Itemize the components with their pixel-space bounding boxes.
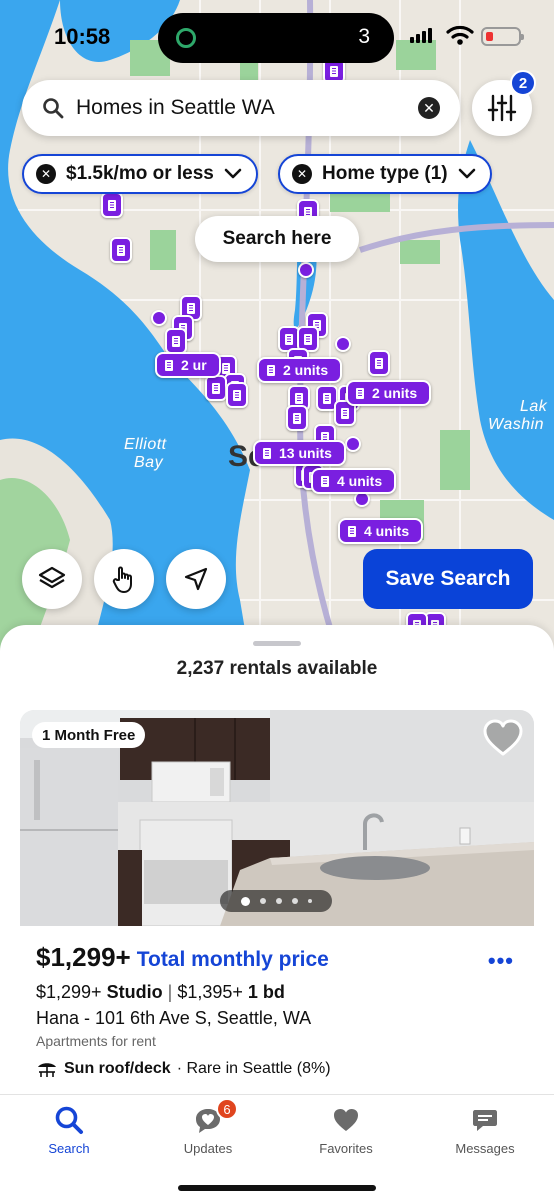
- listing-dot[interactable]: [151, 310, 167, 326]
- map-layers-button[interactable]: [22, 549, 82, 609]
- listing-cluster[interactable]: 4 units: [311, 468, 397, 494]
- listing-pin[interactable]: [110, 237, 132, 263]
- listing-address: Hana - 101 6th Ave S, Seattle, WA: [36, 1008, 312, 1028]
- listing-pin[interactable]: [205, 375, 227, 401]
- water-label: Lak: [520, 398, 548, 415]
- message-icon: [473, 1110, 497, 1131]
- search-query[interactable]: Homes in Seattle WA: [76, 96, 275, 120]
- search-icon: [55, 1106, 83, 1134]
- sun-deck-icon: [38, 1063, 56, 1077]
- heart-icon[interactable]: [482, 718, 524, 758]
- listing-dot[interactable]: [335, 336, 351, 352]
- home-indicator: [178, 1185, 376, 1191]
- promo-badge: 1 Month Free: [32, 722, 146, 748]
- clear-search-icon[interactable]: ✕: [418, 97, 440, 119]
- listing-cluster[interactable]: 13 units: [253, 440, 346, 466]
- results-sheet[interactable]: 2,237 rentals available 1 Month Free $1,…: [0, 625, 554, 1095]
- location-arrow-icon: [184, 567, 208, 591]
- layers-icon: [38, 566, 66, 589]
- tab-updates[interactable]: Updates: [158, 1105, 258, 1156]
- listing-cluster[interactable]: 2 units: [346, 380, 432, 406]
- listing-pin[interactable]: [165, 328, 187, 354]
- listing-pin[interactable]: [368, 350, 390, 376]
- heart-icon: [334, 1109, 358, 1131]
- sliders-icon: [487, 94, 517, 122]
- dynamic-island: 3: [158, 13, 394, 63]
- listing-cluster[interactable]: 2 units: [257, 357, 343, 383]
- updates-badge: 6: [216, 1098, 238, 1120]
- listing-cluster[interactable]: 2 ur: [155, 352, 221, 378]
- tab-messages[interactable]: Messages: [435, 1105, 535, 1156]
- water-label: Bay: [134, 454, 164, 471]
- listing-cluster[interactable]: 4 units: [338, 518, 424, 544]
- listing-photo[interactable]: 1 Month Free: [20, 710, 534, 926]
- status-bar: 10:58 3: [0, 0, 554, 72]
- price-filter-chip[interactable]: ✕ $1.5k/mo or less: [22, 154, 258, 194]
- listing-price: $1,299+: [36, 942, 131, 972]
- total-price-link[interactable]: Total monthly price: [137, 948, 329, 972]
- chevron-down-icon: [458, 168, 475, 179]
- tab-favorites[interactable]: Favorites: [296, 1105, 396, 1156]
- water-label: Washin: [488, 416, 545, 433]
- results-count: 2,237 rentals available: [176, 658, 378, 679]
- current-location-button[interactable]: [166, 549, 226, 609]
- wifi-icon: [446, 25, 474, 45]
- battery-icon: [481, 27, 524, 46]
- filter-label: $1.5k/mo or less: [66, 163, 214, 184]
- search-bar[interactable]: Homes in Seattle WA ✕: [22, 80, 460, 136]
- water-label: Elliott: [124, 436, 167, 453]
- tab-search[interactable]: Search: [19, 1105, 119, 1156]
- unit-prices: $1,299+ Studio | $1,395+ 1 bd: [36, 982, 285, 1002]
- listing-pin[interactable]: [286, 405, 308, 431]
- price-row: $1,299+ Total monthly price: [36, 942, 329, 973]
- search-here-button[interactable]: Search here: [195, 216, 359, 262]
- remove-filter-icon[interactable]: ✕: [292, 164, 312, 184]
- activity-ring-icon: [176, 28, 196, 48]
- amenity-highlight: Sun roof/deck · Rare in Seattle (8%): [36, 1060, 331, 1078]
- listing-dot[interactable]: [345, 436, 361, 452]
- filter-count-badge: 2: [510, 70, 536, 96]
- remove-filter-icon[interactable]: ✕: [36, 164, 56, 184]
- cellular-signal-icon: [410, 28, 432, 43]
- home-type-filter-chip[interactable]: ✕ Home type (1): [278, 154, 492, 194]
- pointing-hand-icon: [112, 566, 132, 593]
- photo-pagination[interactable]: [220, 890, 332, 912]
- save-search-button[interactable]: Save Search: [363, 549, 533, 609]
- draw-area-button[interactable]: [94, 549, 154, 609]
- more-options-icon[interactable]: •••: [488, 948, 514, 974]
- activity-count: 3: [358, 25, 370, 48]
- search-icon: [43, 98, 64, 119]
- sheet-grabber[interactable]: [253, 641, 301, 646]
- listing-dot[interactable]: [298, 262, 314, 278]
- listing-card[interactable]: 1 Month Free $1,299+ Total monthly price…: [20, 710, 534, 1095]
- listing-pin[interactable]: [101, 192, 123, 218]
- status-time: 10:58: [54, 24, 111, 49]
- filter-label: Home type (1): [322, 163, 448, 184]
- chevron-down-icon: [224, 168, 242, 179]
- listing-pin[interactable]: [226, 382, 248, 408]
- property-type: Apartments for rent: [36, 1033, 156, 1049]
